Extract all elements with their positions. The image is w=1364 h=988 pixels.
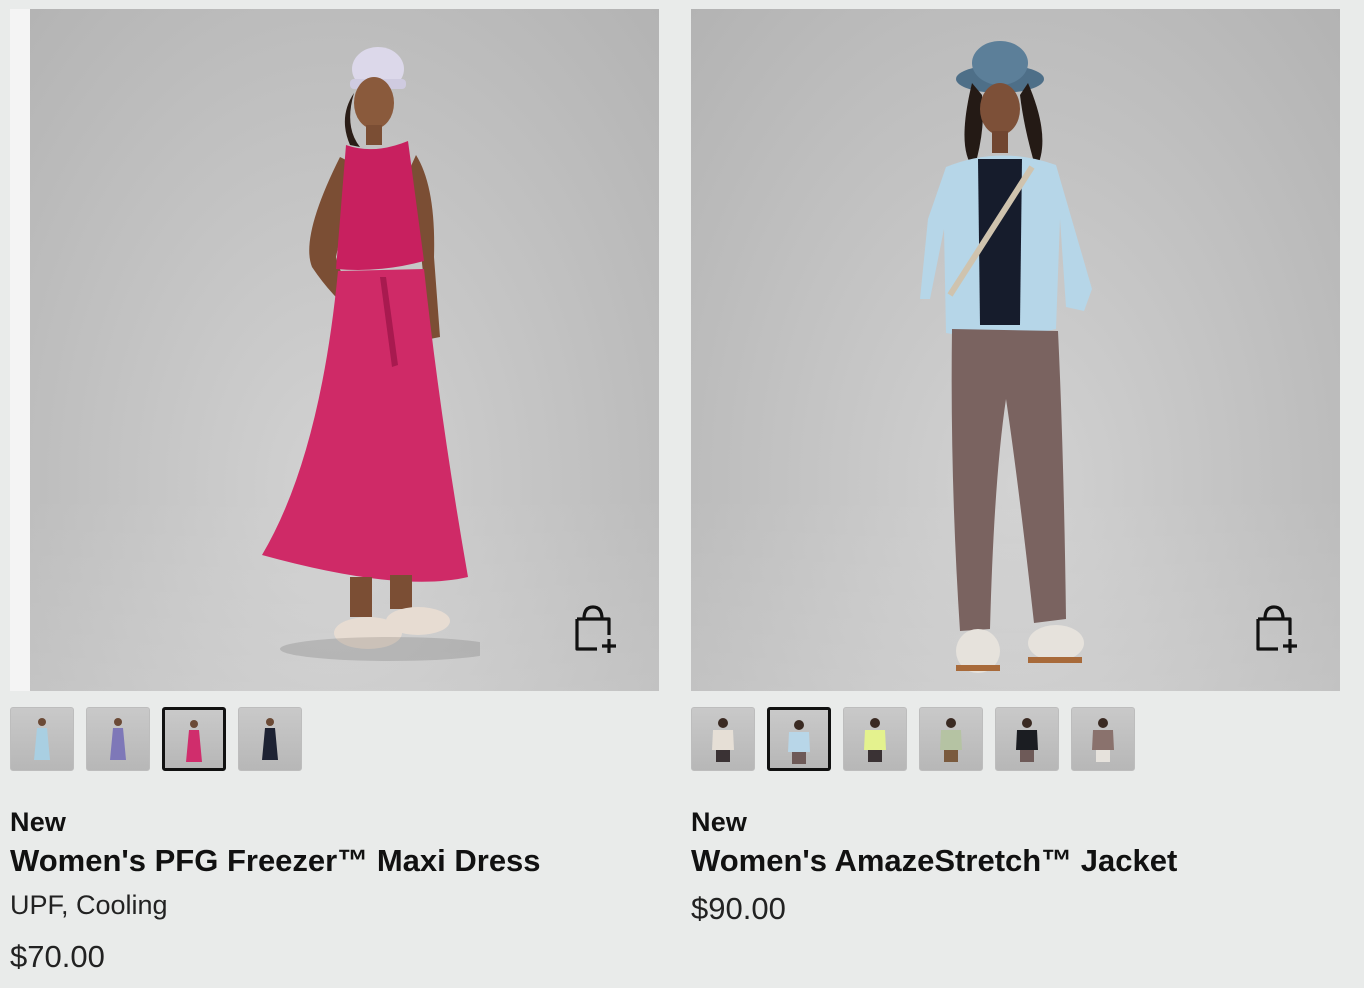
color-swatch-black[interactable] xyxy=(995,707,1059,771)
add-to-bag-button[interactable] xyxy=(1254,603,1300,655)
new-badge: New xyxy=(691,807,748,837)
model-in-maxi-dress-image xyxy=(240,37,480,677)
color-swatch-mauve[interactable] xyxy=(1071,707,1135,771)
product-title[interactable]: Women's AmazeStretch™ Jacket xyxy=(691,841,1340,881)
product-features: UPF, Cooling xyxy=(10,890,168,920)
new-badge: New xyxy=(10,807,67,837)
product-info: New Women's PFG Freezer™ Maxi Dress UPF,… xyxy=(10,805,659,977)
product-image[interactable] xyxy=(691,9,1340,691)
product-image[interactable] xyxy=(10,9,659,691)
color-swatch-pink[interactable] xyxy=(162,707,226,771)
color-swatch-navy[interactable] xyxy=(238,707,302,771)
color-swatch-light-blue[interactable] xyxy=(10,707,74,771)
color-swatch-lime[interactable] xyxy=(843,707,907,771)
color-swatches xyxy=(10,707,659,771)
model-in-jacket-image xyxy=(916,39,1136,679)
product-title[interactable]: Women's PFG Freezer™ Maxi Dress xyxy=(10,841,659,881)
shopping-bag-plus-icon xyxy=(1256,605,1297,653)
color-swatch-sage[interactable] xyxy=(919,707,983,771)
image-edge-strip xyxy=(10,9,30,691)
color-swatch-purple[interactable] xyxy=(86,707,150,771)
product-info: New Women's AmazeStretch™ Jacket $90.00 xyxy=(691,805,1340,929)
product-card[interactable]: New Women's AmazeStretch™ Jacket $90.00 xyxy=(691,9,1340,929)
color-swatch-light-blue[interactable] xyxy=(767,707,831,771)
shopping-bag-plus-icon xyxy=(575,605,616,653)
product-price: $70.00 xyxy=(10,939,105,974)
color-swatches xyxy=(691,707,1340,771)
product-price: $90.00 xyxy=(691,891,786,926)
add-to-bag-button[interactable] xyxy=(573,603,619,655)
product-card[interactable]: New Women's PFG Freezer™ Maxi Dress UPF,… xyxy=(10,9,659,977)
product-grid: New Women's PFG Freezer™ Maxi Dress UPF,… xyxy=(0,0,1364,988)
color-swatch-cream[interactable] xyxy=(691,707,755,771)
